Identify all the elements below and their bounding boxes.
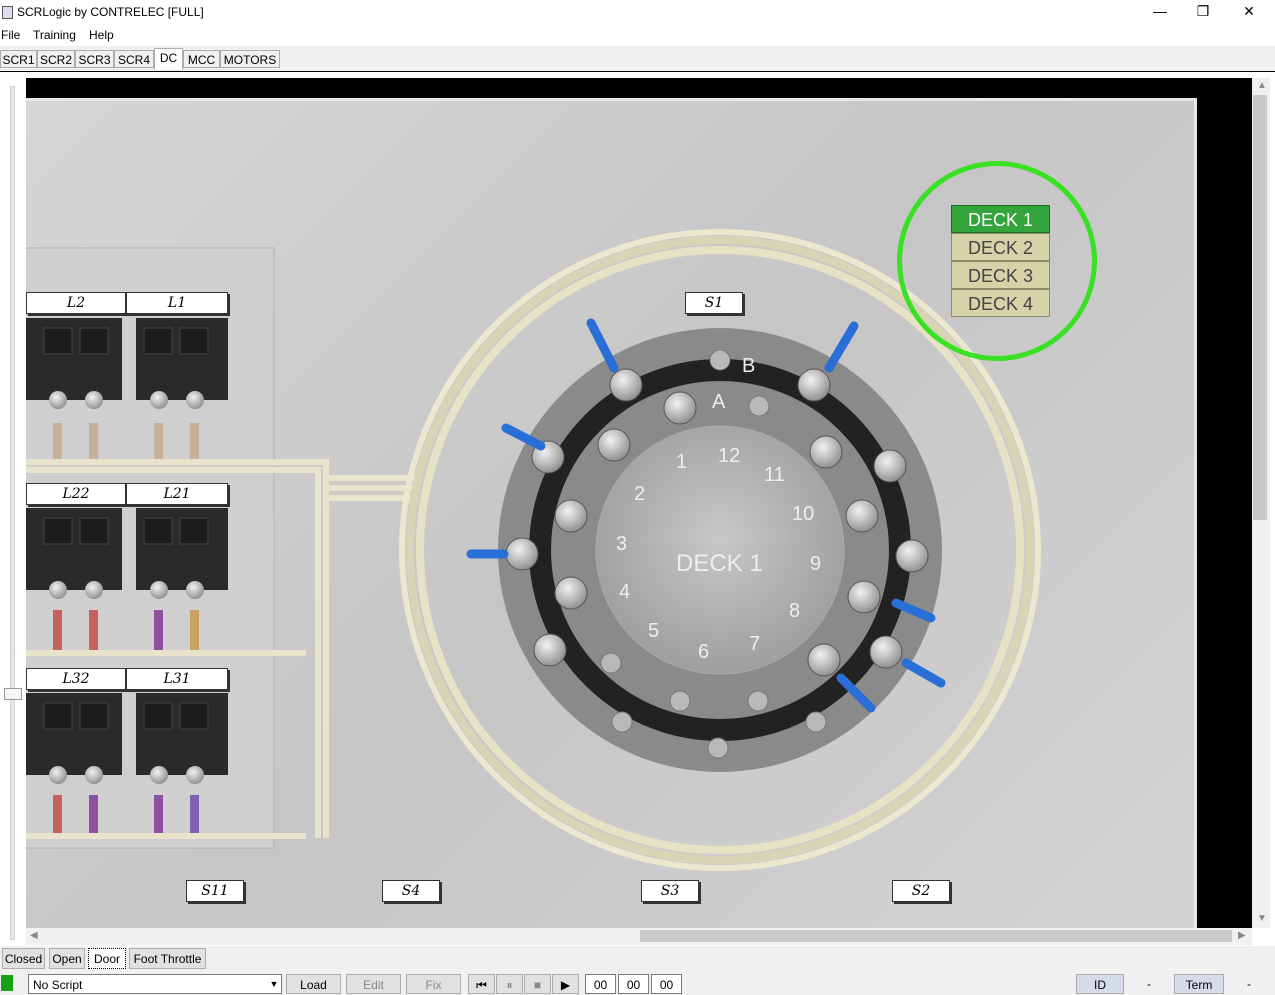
deck-4-option[interactable]: DECK 4 <box>951 289 1050 317</box>
contact-letter-a: A <box>712 391 726 413</box>
scroll-up-icon[interactable]: ▲ <box>1257 80 1267 91</box>
scroll-left-icon[interactable]: ◀ <box>30 930 38 941</box>
contact-8: 8 <box>789 600 801 622</box>
contact-4: 4 <box>619 581 631 603</box>
load-button[interactable]: Load <box>286 974 341 994</box>
scroll-down-icon[interactable]: ▼ <box>1257 913 1267 924</box>
menu-bar: File Training Help <box>0 24 1275 46</box>
contact-1: 1 <box>676 451 688 473</box>
term-value: - <box>1247 977 1251 991</box>
label-l31: L31 <box>126 668 228 690</box>
fix-button[interactable]: Fix <box>406 974 461 994</box>
open-button[interactable]: Open <box>49 948 85 969</box>
title-bar: SCRLogic by CONTRELEC [FULL] — ❐ ✕ <box>0 0 1275 24</box>
label-l32: L32 <box>26 668 126 690</box>
time-seconds: 00 <box>651 974 682 994</box>
tab-scr1[interactable]: SCR1 <box>0 50 37 68</box>
menu-help[interactable]: Help <box>89 28 114 42</box>
contact-7: 7 <box>749 633 761 655</box>
tab-mcc[interactable]: MCC <box>183 50 220 68</box>
play-icon[interactable]: ▶ <box>552 974 579 994</box>
tab-scr4[interactable]: SCR4 <box>114 50 154 68</box>
minimize-button[interactable]: — <box>1137 0 1183 24</box>
maximize-button[interactable]: ❐ <box>1180 0 1226 24</box>
contact-5: 5 <box>648 620 660 642</box>
status-led <box>1 975 13 991</box>
label-s1: S1 <box>685 292 743 314</box>
horizontal-scrollbar-thumb[interactable] <box>640 930 1232 942</box>
label-s2: S2 <box>892 880 950 902</box>
zoom-slider-track[interactable] <box>10 86 15 940</box>
label-l22: L22 <box>26 483 126 505</box>
contact-11: 11 <box>764 464 785 486</box>
menu-file[interactable]: File <box>1 28 20 42</box>
contact-9: 9 <box>810 553 822 575</box>
menu-training[interactable]: Training <box>33 28 76 42</box>
closed-button[interactable]: Closed <box>2 948 45 969</box>
stop-icon[interactable]: ■ <box>524 974 551 994</box>
switch-center-label: DECK 1 <box>676 550 763 577</box>
term-label: Term <box>1174 974 1224 994</box>
rewind-icon[interactable]: ⏮ <box>468 974 495 994</box>
id-value: - <box>1147 977 1151 991</box>
contact-2: 2 <box>634 483 646 505</box>
contact-6: 6 <box>698 641 710 663</box>
deck-2-option[interactable]: DECK 2 <box>951 233 1050 261</box>
close-button[interactable]: ✕ <box>1226 0 1272 24</box>
label-s4: S4 <box>382 880 440 902</box>
chevron-down-icon[interactable]: ▼ <box>268 974 280 994</box>
deck-3-option[interactable]: DECK 3 <box>951 261 1050 289</box>
scroll-right-icon[interactable]: ▶ <box>1238 930 1246 941</box>
time-hours: 00 <box>585 974 616 994</box>
app-icon <box>2 6 13 19</box>
window-title: SCRLogic by CONTRELEC [FULL] <box>17 5 204 19</box>
label-s11: S11 <box>186 880 244 902</box>
contact-10: 10 <box>792 503 815 525</box>
zoom-slider-thumb[interactable] <box>4 688 22 700</box>
edit-button[interactable]: Edit <box>346 974 401 994</box>
time-minutes: 00 <box>618 974 649 994</box>
tab-scr2[interactable]: SCR2 <box>37 50 75 68</box>
tab-dc[interactable]: DC <box>154 48 183 70</box>
contact-12: 12 <box>718 445 741 467</box>
script-select[interactable]: No Script <box>28 974 282 994</box>
deck-selector: DECK 1 DECK 2 DECK 3 DECK 4 <box>951 205 1050 317</box>
tab-scr3[interactable]: SCR3 <box>75 50 114 68</box>
pause-icon[interactable]: ⏸ <box>496 974 523 994</box>
id-label: ID <box>1076 974 1124 994</box>
contact-3: 3 <box>616 533 628 555</box>
vertical-scrollbar-thumb[interactable] <box>1253 95 1267 520</box>
label-l2: L2 <box>26 292 126 314</box>
tab-bar: SCR1 SCR2 SCR3 SCR4 DC MCC MOTORS <box>0 48 1275 70</box>
contact-letter-b: B <box>742 355 756 377</box>
status-bar: No Script ▼ Load Edit Fix ⏮ ⏸ ■ ▶ 00 00 … <box>0 972 1275 994</box>
label-s3: S3 <box>641 880 699 902</box>
foot-throttle-button[interactable]: Foot Throttle <box>129 948 206 969</box>
tab-motors[interactable]: MOTORS <box>220 50 280 68</box>
label-l21: L21 <box>126 483 228 505</box>
door-button[interactable]: Door <box>88 948 126 969</box>
label-l1: L1 <box>126 292 228 314</box>
deck-1-option[interactable]: DECK 1 <box>951 205 1050 233</box>
